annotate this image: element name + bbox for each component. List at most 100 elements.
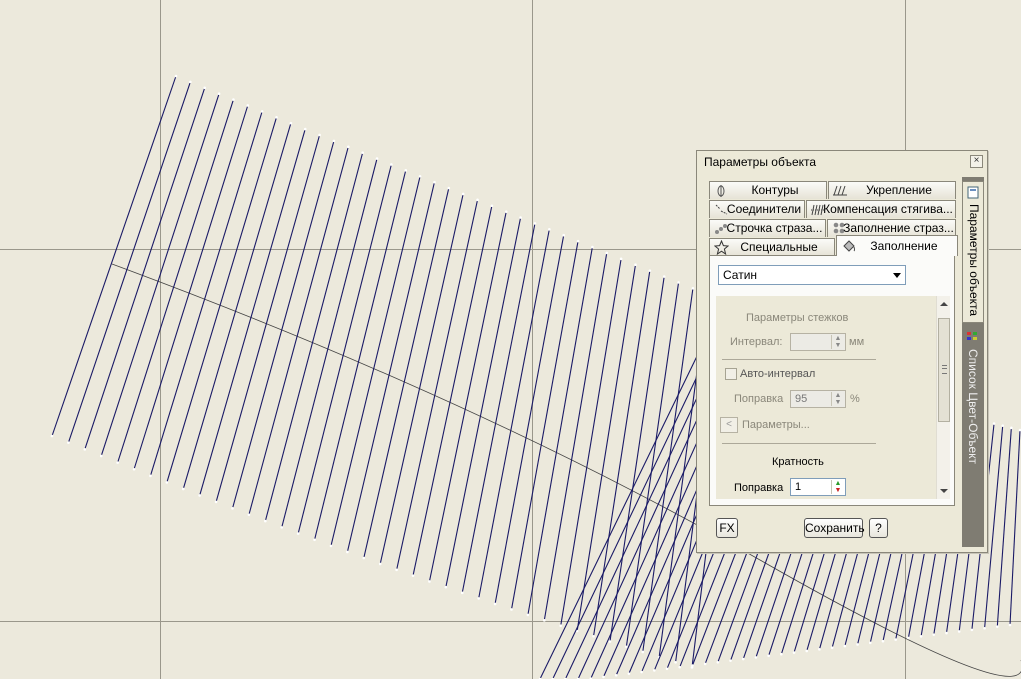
- multiplicity-correction-label: Поправка: [734, 482, 784, 494]
- object-properties-dialog: Параметры объекта × Контуры Укрепление С…: [696, 150, 988, 553]
- stitch-line: [166, 117, 278, 483]
- needle-point: [983, 626, 986, 630]
- needle-point: [329, 544, 333, 548]
- needle-point: [411, 574, 415, 577]
- needle-point: [627, 672, 631, 675]
- needle-point: [247, 513, 251, 517]
- needle-point: [347, 145, 350, 149]
- help-button[interactable]: ?: [869, 518, 888, 538]
- needle-point: [641, 650, 645, 654]
- needle-point: [678, 665, 682, 669]
- needle-point: [231, 507, 234, 510]
- needle-point: [591, 245, 594, 249]
- tab-special[interactable]: Специальные: [709, 238, 835, 256]
- multiplicity-input[interactable]: 1 ▲ ▼: [790, 478, 846, 496]
- needle-point: [805, 649, 809, 653]
- needle-point: [433, 180, 436, 184]
- needle-point: [533, 222, 537, 225]
- scrollbar-thumb[interactable]: [938, 318, 950, 422]
- needle-point: [605, 251, 609, 255]
- needle-point: [780, 652, 783, 656]
- needle-point: [404, 169, 408, 172]
- stitch-line: [527, 246, 593, 616]
- needle-point: [856, 643, 859, 646]
- tab-label: Компенсация стягива...: [823, 202, 953, 216]
- params-button[interactable]: <: [720, 417, 738, 433]
- stitch-line: [215, 134, 321, 503]
- needle-point: [264, 519, 267, 523]
- needle-point: [881, 639, 885, 643]
- settings-scroll-area[interactable]: Параметры стежков Интервал: ▲ ▼ мм Авто-и…: [716, 296, 950, 499]
- needle-point: [346, 550, 349, 554]
- fill-tab-panel: Сатин Параметры стежков Интервал: ▲ ▼ мм …: [709, 255, 955, 506]
- correction-input[interactable]: 95 ▲ ▼: [790, 390, 846, 408]
- needle-point: [634, 263, 637, 267]
- vertical-scrollbar[interactable]: [936, 296, 950, 499]
- needle-point: [614, 673, 618, 677]
- needle-point: [444, 585, 448, 589]
- scroll-down-icon[interactable]: [940, 489, 948, 493]
- tab-connectors[interactable]: Соединители: [709, 200, 805, 218]
- interval-label: Интервал:: [730, 336, 783, 348]
- fill-type-select[interactable]: Сатин: [718, 265, 906, 285]
- close-button[interactable]: ×: [970, 155, 983, 168]
- needle-point: [132, 467, 136, 471]
- separator: [722, 443, 876, 444]
- tab-pull-compensation[interactable]: Компенсация стягива...: [806, 200, 956, 218]
- stitch-line: [84, 87, 206, 450]
- needle-point: [691, 287, 695, 290]
- correction-label: Поправка: [734, 393, 784, 405]
- needle-point: [198, 494, 201, 497]
- needle-point: [662, 275, 666, 278]
- needle-point: [970, 628, 974, 632]
- needle-point: [217, 92, 221, 95]
- needle-point: [919, 635, 923, 638]
- needle-point: [640, 670, 643, 674]
- needle-point: [932, 633, 936, 637]
- scroll-up-icon[interactable]: [940, 302, 948, 306]
- needle-point: [189, 80, 192, 84]
- needle-point: [665, 667, 669, 671]
- needle-point: [318, 133, 321, 137]
- side-tab-color-object-list[interactable]: Список Цвет-Объект: [962, 327, 984, 507]
- needle-point: [1001, 424, 1005, 427]
- auto-interval-label: Авто-интервал: [740, 368, 816, 380]
- needle-point: [648, 269, 652, 272]
- needle-point: [548, 228, 551, 231]
- needle-point: [83, 448, 87, 451]
- save-button[interactable]: Сохранить: [804, 518, 865, 538]
- needle-point: [116, 461, 119, 464]
- needle-point: [174, 74, 178, 78]
- needle-point: [602, 675, 605, 679]
- needle-point: [526, 613, 530, 617]
- stitch-line: [1009, 429, 1021, 626]
- fx-button[interactable]: FX: [716, 518, 738, 538]
- spin-arrows-icon[interactable]: ▲ ▼: [831, 392, 844, 406]
- tab-underlay[interactable]: Укрепление: [828, 181, 956, 199]
- needle-point: [447, 186, 451, 190]
- spin-arrows-icon[interactable]: ▲ ▼: [831, 480, 844, 494]
- side-tab-object-properties[interactable]: Параметры объекта: [962, 181, 984, 323]
- needle-point: [510, 608, 513, 611]
- spin-arrows-icon[interactable]: ▲ ▼: [831, 335, 844, 349]
- needle-point: [995, 625, 999, 628]
- auto-interval-checkbox[interactable]: [725, 368, 737, 380]
- needle-point: [378, 562, 382, 566]
- stitch-line: [117, 99, 234, 463]
- stitch-line: [428, 211, 507, 582]
- needle-point: [754, 656, 758, 659]
- needle-point: [818, 648, 821, 651]
- needle-point: [395, 568, 398, 572]
- needle-point: [674, 660, 677, 664]
- tab-rhinestone-run[interactable]: Строчка страза...: [709, 219, 826, 237]
- needle-point: [390, 163, 393, 166]
- interval-input[interactable]: ▲ ▼: [790, 333, 846, 351]
- needle-point: [375, 157, 379, 160]
- needle-point: [477, 597, 480, 600]
- tab-fill[interactable]: Заполнение: [836, 235, 958, 256]
- side-tab-label: Список Цвет-Объект: [966, 349, 980, 465]
- needle-point: [476, 198, 479, 202]
- needle-point: [519, 216, 522, 219]
- needle-point: [562, 233, 565, 237]
- tab-outlines[interactable]: Контуры: [709, 181, 827, 199]
